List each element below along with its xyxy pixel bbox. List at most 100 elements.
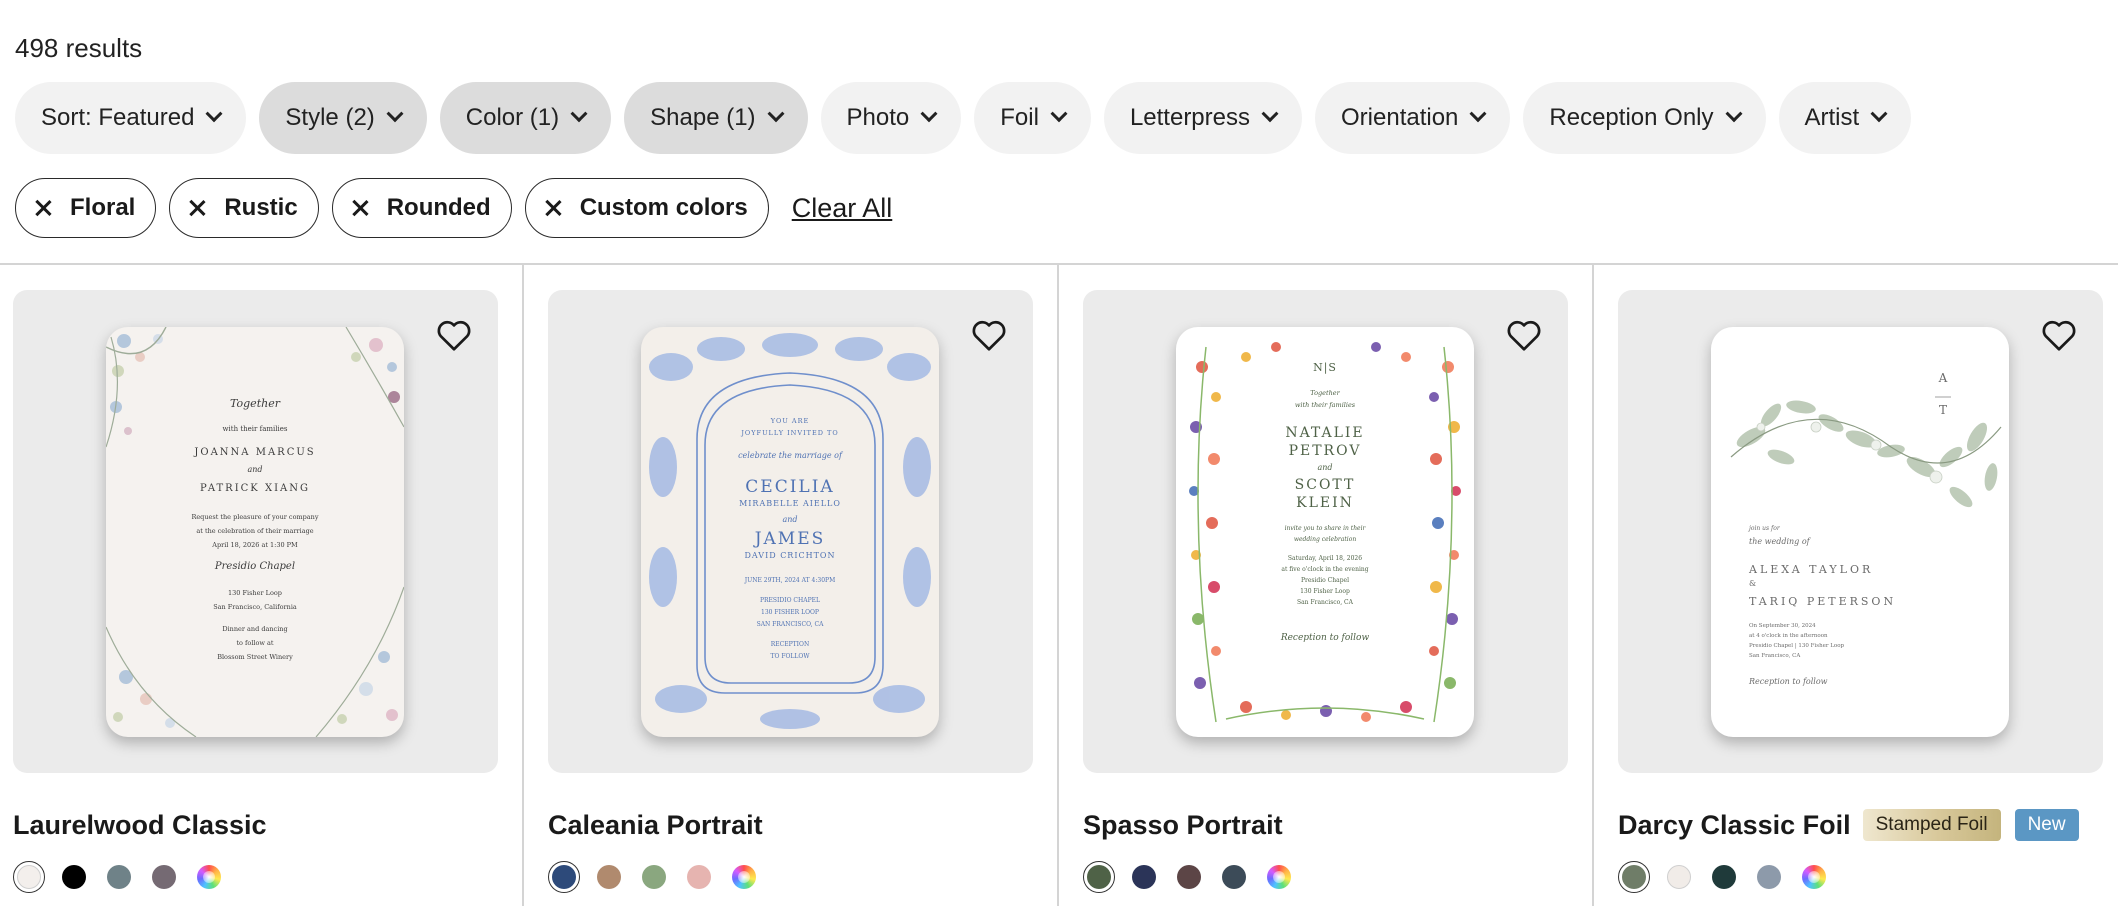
- color-swatch[interactable]: [1083, 861, 1115, 893]
- new-badge: New: [2014, 809, 2079, 841]
- chevron-down-icon: [1050, 105, 1068, 123]
- custom-color-swatch[interactable]: [728, 861, 760, 893]
- heart-icon[interactable]: [1506, 318, 1542, 352]
- invite-monogram: A: [1938, 371, 1948, 385]
- product-title[interactable]: Spasso Portrait: [1083, 810, 1283, 841]
- color-swatch[interactable]: [683, 861, 715, 893]
- artist-filter-label: Artist: [1804, 104, 1860, 131]
- heart-icon[interactable]: [971, 318, 1007, 352]
- color-swatch[interactable]: [148, 861, 180, 893]
- color-swatch[interactable]: [58, 861, 90, 893]
- product-card-spasso-portrait[interactable]: N|S Together with their families NATALIE…: [1083, 290, 1568, 893]
- invite-text: JAMES: [754, 529, 826, 549]
- invite-text: &: [1749, 579, 1757, 588]
- heart-icon[interactable]: [2041, 318, 2077, 352]
- invite-text: join us for: [1749, 525, 1780, 532]
- invite-text: San Francisco, CA: [1749, 653, 1801, 659]
- invite-text: Presidio Chapel: [1300, 577, 1350, 584]
- product-image[interactable]: YOU ARE JOYFULLY INVITED TO celebrate th…: [548, 290, 1033, 773]
- letterpress-filter-label: Letterpress: [1129, 104, 1250, 131]
- invite-text: invite you to share in their: [1284, 525, 1366, 532]
- column-divider: [522, 264, 524, 906]
- invite-text: JOYFULLY INVITED TO: [741, 429, 839, 437]
- color-swatch[interactable]: [1708, 861, 1740, 893]
- invite-text: Request the pleasure of your company: [191, 513, 319, 521]
- invite-text: wedding celebration: [1293, 536, 1357, 543]
- style-filter[interactable]: Style (2): [259, 82, 427, 154]
- invite-text: 130 Fisher Loop: [1300, 588, 1350, 595]
- invite-text: KLEIN: [1296, 495, 1354, 511]
- color-swatch[interactable]: [1218, 861, 1250, 893]
- product-image[interactable]: N|S Together with their families NATALIE…: [1083, 290, 1568, 773]
- chevron-down-icon: [1469, 105, 1487, 123]
- invite-text: Presidio Chapel: [214, 561, 296, 572]
- reception-only-filter[interactable]: Reception Only: [1523, 82, 1766, 154]
- invite-text: 130 Fisher Loop: [228, 589, 282, 597]
- chip-label: Custom colors: [579, 194, 748, 221]
- invitation-preview: YOU ARE JOYFULLY INVITED TO celebrate th…: [641, 327, 939, 737]
- color-swatch[interactable]: [638, 861, 670, 893]
- reception-only-filter-label: Reception Only: [1549, 104, 1714, 131]
- remove-custom-colors-chip[interactable]: Custom colors: [524, 178, 769, 238]
- invite-text: San Francisco, California: [213, 603, 297, 611]
- invite-text: and: [247, 465, 263, 474]
- color-swatch[interactable]: [1128, 861, 1160, 893]
- color-swatch[interactable]: [13, 861, 45, 893]
- invite-text: and: [1317, 463, 1333, 472]
- invite-text: PETROV: [1288, 443, 1362, 459]
- invite-text: celebrate the marriage of: [738, 451, 842, 460]
- color-swatch[interactable]: [1753, 861, 1785, 893]
- foil-filter[interactable]: Foil: [974, 82, 1091, 154]
- color-swatch[interactable]: [1173, 861, 1205, 893]
- product-title[interactable]: Laurelwood Classic: [13, 810, 267, 841]
- invite-text: JUNE 29TH, 2024 AT 4:30PM: [744, 577, 836, 584]
- invite-text: Together: [1310, 389, 1340, 397]
- color-swatch[interactable]: [548, 861, 580, 893]
- column-divider: [1592, 264, 1594, 906]
- product-card-caleania-portrait[interactable]: YOU ARE JOYFULLY INVITED TO celebrate th…: [548, 290, 1033, 893]
- product-card-darcy-classic-foil[interactable]: A T join us for the wedding of ALEXA TAY…: [1618, 290, 2103, 893]
- invite-text: ALEXA TAYLOR: [1749, 563, 1874, 576]
- chip-label: Floral: [70, 194, 136, 221]
- invite-text: Saturday, April 18, 2026: [1287, 555, 1363, 562]
- filter-bar: Sort: Featured Style (2) Color (1) Shape…: [15, 82, 1912, 154]
- color-filter[interactable]: Color (1): [439, 82, 612, 154]
- photo-filter[interactable]: Photo: [820, 82, 962, 154]
- product-image[interactable]: Together with their families JOANNA MARC…: [13, 290, 498, 773]
- color-swatch[interactable]: [1663, 861, 1695, 893]
- invite-text: Reception to follow: [1749, 677, 1828, 686]
- invite-text: the wedding of: [1749, 537, 1810, 546]
- custom-color-swatch[interactable]: [1263, 861, 1295, 893]
- remove-floral-chip[interactable]: Floral: [15, 178, 157, 238]
- color-swatch[interactable]: [1618, 861, 1650, 893]
- invite-text: NATALIE: [1285, 425, 1365, 441]
- clear-all-link[interactable]: Clear All: [792, 193, 893, 224]
- artist-filter[interactable]: Artist: [1778, 82, 1912, 154]
- invitation-preview: N|S Together with their families NATALIE…: [1176, 327, 1474, 737]
- invite-text: Reception to follow: [1280, 633, 1370, 643]
- heart-icon[interactable]: [436, 318, 472, 352]
- custom-color-swatch[interactable]: [1798, 861, 1830, 893]
- remove-rounded-chip[interactable]: Rounded: [331, 178, 512, 238]
- product-card-laurelwood-classic[interactable]: Together with their families JOANNA MARC…: [13, 290, 498, 893]
- product-image[interactable]: A T join us for the wedding of ALEXA TAY…: [1618, 290, 2103, 773]
- product-title[interactable]: Caleania Portrait: [548, 810, 763, 841]
- orientation-filter[interactable]: Orientation: [1315, 82, 1511, 154]
- chevron-down-icon: [205, 105, 223, 123]
- letterpress-filter[interactable]: Letterpress: [1103, 82, 1302, 154]
- invite-text: RECEPTION: [770, 641, 810, 648]
- color-swatch[interactable]: [593, 861, 625, 893]
- sort-dropdown[interactable]: Sort: Featured: [15, 82, 247, 154]
- invite-text: YOU ARE: [770, 417, 810, 425]
- invite-text: Blossom Street Winery: [217, 653, 293, 661]
- remove-rustic-chip[interactable]: Rustic: [169, 178, 319, 238]
- chip-label: Rustic: [224, 194, 298, 221]
- color-swatch[interactable]: [103, 861, 135, 893]
- close-icon: [351, 199, 369, 217]
- invite-text: 130 FISHER LOOP: [761, 609, 819, 616]
- product-title[interactable]: Darcy Classic Foil: [1618, 810, 1851, 841]
- custom-color-swatch[interactable]: [193, 861, 225, 893]
- close-icon: [188, 199, 206, 217]
- shape-filter[interactable]: Shape (1): [624, 82, 808, 154]
- style-filter-label: Style (2): [285, 104, 375, 131]
